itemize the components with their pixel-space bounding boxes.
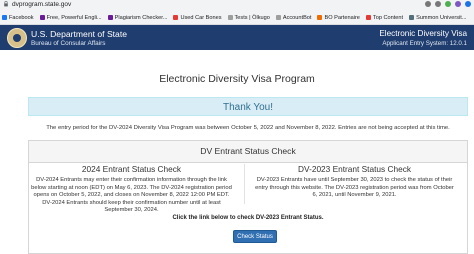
extension-icons bbox=[425, 1, 471, 7]
bookmark-item[interactable]: AccountBot bbox=[275, 12, 311, 23]
site-header: U.S. Department of State Bureau of Consu… bbox=[0, 25, 474, 50]
bookmark-item[interactable]: Used Car Bones bbox=[173, 12, 222, 23]
bookmark-favicon-icon bbox=[107, 15, 113, 20]
url-text[interactable]: dvprogram.state.gov bbox=[12, 1, 71, 8]
department-name: U.S. Department of State bbox=[31, 29, 128, 39]
bookmark-item[interactable]: BO Partenaire bbox=[317, 12, 360, 23]
bureau-name: Bureau of Consular Affairs bbox=[31, 40, 106, 47]
bookmark-item[interactable]: Free, Powerful Engli... bbox=[39, 12, 102, 23]
bookmark-favicon-icon bbox=[317, 15, 323, 20]
system-title: Electronic Diversity Visa bbox=[379, 29, 467, 38]
bookmark-item[interactable]: Top Content bbox=[365, 12, 403, 23]
bookmark-item[interactable]: Tests | Ölkugo bbox=[227, 12, 270, 23]
profile-icon[interactable] bbox=[455, 1, 461, 7]
bookmark-favicon-icon bbox=[409, 15, 415, 20]
dv2023-title: DV-2023 Entrant Status Check bbox=[298, 164, 411, 174]
bookmark-item[interactable]: Plagiarism Checker... bbox=[107, 12, 167, 23]
bookmark-favicon-icon bbox=[2, 15, 7, 20]
bookmark-favicon-icon bbox=[275, 15, 281, 20]
panel-title: DV Entrant Status Check bbox=[29, 141, 467, 163]
bookmark-favicon-icon bbox=[227, 15, 233, 20]
dv2023-text: DV-2023 Entrants have until September 30… bbox=[255, 177, 454, 198]
bookmark-favicon-icon bbox=[173, 15, 179, 20]
extension-icon[interactable] bbox=[445, 1, 451, 7]
check-status-button[interactable]: Check Status bbox=[233, 230, 277, 243]
entry-period-notice: The entry period for the DV-2024 Diversi… bbox=[46, 125, 450, 131]
bookmarks-bar: Facebook Free, Powerful Engli... Plagiar… bbox=[0, 12, 474, 23]
thank-you-banner: Thank You! bbox=[28, 97, 468, 116]
state-department-seal-icon bbox=[7, 28, 27, 48]
menu-icon[interactable] bbox=[465, 1, 471, 7]
check-status-instruction: Click the link below to check DV-2023 En… bbox=[172, 215, 324, 221]
bookmark-favicon-icon bbox=[365, 15, 371, 20]
dv2023-section: DV-2023 Entrant Status Check DV-2023 Ent… bbox=[252, 164, 457, 200]
dv2024-text: DV-2024 Entrants may enter their confirm… bbox=[31, 177, 232, 213]
bookmark-favicon-icon bbox=[39, 15, 45, 20]
system-version: Applicant Entry System: 12.0.1 bbox=[382, 40, 467, 47]
star-icon[interactable] bbox=[435, 1, 441, 7]
bookmark-item[interactable]: Facebook bbox=[2, 12, 34, 23]
status-check-panel: DV Entrant Status Check 2024 Entrant Sta… bbox=[28, 140, 468, 254]
lock-icon bbox=[4, 1, 8, 7]
page-title: Electronic Diversity Visa Program bbox=[159, 73, 315, 85]
browser-chrome: dvprogram.state.gov Facebook Free, Power… bbox=[0, 0, 474, 25]
share-icon[interactable] bbox=[425, 1, 431, 7]
bookmark-item[interactable]: Summon Universit... bbox=[409, 12, 466, 23]
dv2024-title: 2024 Entrant Status Check bbox=[81, 164, 182, 174]
address-bar[interactable]: dvprogram.state.gov bbox=[0, 0, 474, 10]
dv2024-section: 2024 Entrant Status Check DV-2024 Entran… bbox=[29, 164, 234, 215]
column-divider bbox=[244, 164, 245, 204]
